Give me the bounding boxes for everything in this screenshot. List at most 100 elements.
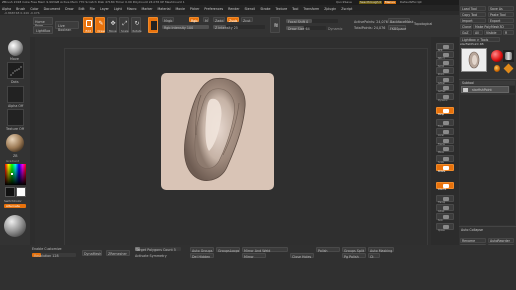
menu-item-render[interactable]: Render xyxy=(228,7,239,11)
menu-item-stencil[interactable]: Stencil xyxy=(245,7,256,11)
switch-color-button[interactable]: SwitchColor xyxy=(4,199,22,203)
menu-item-brush[interactable]: Brush xyxy=(16,7,25,11)
right-toolbar-solo-button[interactable]: Solo xyxy=(436,213,454,222)
dynamesh-button[interactable]: DynaMesh xyxy=(82,250,102,256)
menu-item-edit[interactable]: Edit xyxy=(78,7,84,11)
right-toolbar-bpr-button[interactable]: BPR xyxy=(436,43,454,52)
right-toolbar-move-button[interactable]: Move xyxy=(436,145,454,154)
polish-button[interactable]: Polish xyxy=(316,247,340,253)
m-button[interactable]: M xyxy=(203,17,209,23)
fkb-space-button[interactable]: FKBSpace xyxy=(388,25,406,31)
right-toolbar-persp-button[interactable]: Persp xyxy=(436,107,454,116)
right-toolbar-zoom-button[interactable]: Zoom xyxy=(436,67,454,76)
resolution-slider[interactable]: Resolution 128 xyxy=(32,253,76,258)
main-color-swatch[interactable] xyxy=(5,187,15,197)
paste-tool-button[interactable]: Paste Tool xyxy=(488,12,514,17)
menu-item-zscript[interactable]: Zscript xyxy=(341,7,352,11)
load-tool-button[interactable]: Load Tool xyxy=(460,6,486,11)
document-viewport[interactable] xyxy=(161,73,274,190)
mirror-button[interactable]: Mirror xyxy=(242,253,266,259)
close-holes-button[interactable]: Close Holes xyxy=(290,253,314,259)
activate-symmetry-button[interactable]: Activate Symmetry xyxy=(135,254,167,258)
mrgb-button[interactable]: Mrgb xyxy=(162,17,174,23)
current-tool-thumbnail[interactable] xyxy=(461,48,487,72)
right-toolbar-local-button[interactable]: Local xyxy=(436,128,454,137)
auto-reorder-button[interactable]: AutoReorder xyxy=(488,238,514,243)
target-polygons-slider[interactable]: Target Polygons Count 5 xyxy=(135,247,181,252)
menu-item-tool[interactable]: Tool xyxy=(292,7,298,11)
make-polymesh-button[interactable]: Make PolyMesh3D xyxy=(473,24,514,29)
menu-item-movie[interactable]: Movie xyxy=(175,7,184,11)
menu-item-stroke[interactable]: Stroke xyxy=(260,7,270,11)
right-toolbar-floor-button[interactable]: Floor xyxy=(436,119,454,128)
focal-shift-slider[interactable]: Focal Shift 0 xyxy=(286,19,338,24)
menu-item-transform[interactable]: Transform xyxy=(303,7,319,11)
rotate-mode-button[interactable]: Rotate ↻ xyxy=(131,17,142,33)
visible-button[interactable]: Visible xyxy=(484,30,502,35)
menu-item-document[interactable]: Document xyxy=(44,7,61,11)
default-zscript-button[interactable]: DefaultZScript xyxy=(400,1,422,4)
quicksave-button[interactable]: QuickSave xyxy=(336,1,352,4)
auto-groups-button[interactable]: Auto Groups xyxy=(190,247,214,253)
move-brush-icon[interactable] xyxy=(8,40,23,56)
right-toolbar-ghost-button[interactable]: Ghost xyxy=(436,204,454,213)
right-toolbar-transp-button[interactable]: Transp xyxy=(436,195,454,204)
pg-polish-button[interactable]: Pg Polish xyxy=(342,253,366,259)
menu-item-color[interactable]: Color xyxy=(30,7,38,11)
draw-mode-button[interactable]: Draw ✎ xyxy=(95,17,105,33)
del-hidden-button[interactable]: Del Hidden xyxy=(190,253,214,259)
see-through-slider[interactable]: See-through 0 xyxy=(359,1,383,4)
rgb-intensity-slider[interactable]: Rgb Intensity 100 xyxy=(162,25,209,30)
menu-item-file[interactable]: File xyxy=(90,7,95,11)
zcut-button[interactable]: Zcut xyxy=(241,17,253,23)
subtool-item[interactable]: starfishPoint xyxy=(461,86,509,93)
menu-item-material[interactable]: Material xyxy=(158,7,171,11)
import-button[interactable]: Import xyxy=(460,18,486,23)
groups-loops-button[interactable]: GroupsLoops xyxy=(216,247,240,253)
rename-button[interactable]: Rename xyxy=(460,238,486,243)
menu-item-preferences[interactable]: Preferences xyxy=(204,7,223,11)
lightbox-button[interactable]: LightBox xyxy=(33,26,53,34)
all-button[interactable]: All xyxy=(473,30,483,35)
right-toolbar-frame-button[interactable]: Frame xyxy=(436,137,454,146)
right-toolbar-aahalf-button[interactable]: AAHalf xyxy=(436,84,454,93)
groups-split-button[interactable]: Groups Split xyxy=(342,247,366,253)
goz-button[interactable]: GoZ xyxy=(460,30,472,35)
stroke-dots-icon[interactable] xyxy=(7,62,24,79)
menu-item-draw[interactable]: Draw xyxy=(65,7,73,11)
save-as-button[interactable]: Save As xyxy=(488,6,514,11)
export-button[interactable]: Export xyxy=(488,18,514,23)
right-toolbar-xpose-button[interactable]: Xpose xyxy=(436,223,454,232)
stroke-color-button[interactable] xyxy=(148,17,158,33)
auto-collapse-button[interactable]: Auto Collapse xyxy=(461,228,483,232)
cylinder-tool-icon[interactable] xyxy=(503,50,514,62)
rgb-button[interactable]: Rgb xyxy=(189,17,199,23)
live-boolean-button[interactable]: Live Boolean xyxy=(55,21,79,32)
sphere3d-tool-icon[interactable] xyxy=(491,50,503,62)
matcap-sphere-icon[interactable] xyxy=(4,215,26,237)
copy-tool-button[interactable]: Copy Tool xyxy=(460,12,486,17)
subtool-scrollbar[interactable] xyxy=(510,86,515,93)
right-toolbar-spix-3-button[interactable]: SPix 3 xyxy=(436,51,454,60)
right-toolbar-line-fill-button[interactable]: Line Fill xyxy=(436,182,454,191)
r-button[interactable]: R xyxy=(503,30,514,35)
menu-item-texture[interactable]: Texture xyxy=(275,7,287,11)
clone-button[interactable]: Clone xyxy=(460,24,472,29)
right-toolbar-scale-button[interactable]: Scale xyxy=(436,155,454,164)
dynamic-toggle[interactable]: Dynamic xyxy=(328,27,343,31)
simple-brush-icon[interactable] xyxy=(491,64,503,74)
right-toolbar-scroll-button[interactable]: Scroll xyxy=(436,59,454,68)
alpha-off-icon[interactable] xyxy=(7,86,24,103)
z-intensity-slider[interactable]: Z Intensity 25 xyxy=(213,25,265,30)
sculpt-model[interactable] xyxy=(161,73,274,190)
move-mode-button[interactable]: Move ✥ xyxy=(107,17,117,33)
color-picker[interactable] xyxy=(5,164,26,185)
secondary-color-swatch[interactable] xyxy=(16,187,26,197)
mirror-and-weld-button[interactable]: Mirror And Weld xyxy=(242,247,288,253)
home-page-button[interactable]: Home Page xyxy=(33,17,53,28)
enable-customize-button[interactable]: Enable Customize xyxy=(32,247,62,251)
subtool-header[interactable]: Subtool xyxy=(460,81,515,85)
right-toolbar-dynamic-button[interactable]: Dynamic xyxy=(436,93,454,102)
menu-item-macro[interactable]: Macro xyxy=(127,7,137,11)
scale-mode-button[interactable]: Scale ⤢ xyxy=(119,17,129,33)
